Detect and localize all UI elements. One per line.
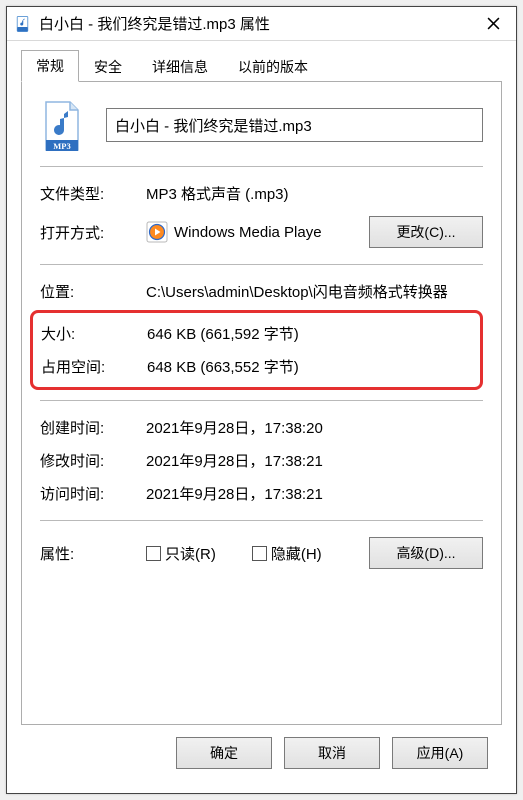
separator <box>40 166 483 167</box>
wmp-icon <box>146 221 168 243</box>
row-attributes: 属性: 只读(R) 隐藏(H) 高级(D)... <box>40 531 483 575</box>
separator <box>40 264 483 265</box>
value-openwith: Windows Media Playe <box>174 224 322 241</box>
highlight-box: 大小: 646 KB (661,592 字节) 占用空间: 648 KB (66… <box>30 310 483 390</box>
separator <box>40 520 483 521</box>
row-location: 位置: C:\Users\admin\Desktop\闪电音频格式转换器 <box>40 275 483 308</box>
value-modified: 2021年9月28日，17:38:21 <box>146 450 483 471</box>
row-openwith: 打开方式: Windows Media Playe 更改(C)... <box>40 210 483 254</box>
label-attributes: 属性: <box>40 543 146 564</box>
label-size: 大小: <box>41 323 147 344</box>
svg-text:MP3: MP3 <box>53 141 70 151</box>
file-mp3-title-icon <box>15 15 33 33</box>
checkbox-hidden-label: 隐藏(H) <box>271 543 322 564</box>
label-created: 创建时间: <box>40 417 146 438</box>
label-modified: 修改时间: <box>40 450 146 471</box>
value-location: C:\Users\admin\Desktop\闪电音频格式转换器 <box>146 281 483 302</box>
label-accessed: 访问时间: <box>40 483 146 504</box>
tab-security[interactable]: 安全 <box>79 51 137 82</box>
general-panel: MP3 白小白 - 我们终究是错过.mp3 文件类型: MP3 格式声音 (.m… <box>21 81 502 725</box>
properties-dialog: 白小白 - 我们终究是错过.mp3 属性 常规 安全 详细信息 以前的版本 MP… <box>6 6 517 794</box>
window-title: 白小白 - 我们终究是错过.mp3 属性 <box>39 13 476 34</box>
row-accessed: 访问时间: 2021年9月28日，17:38:21 <box>40 477 483 510</box>
tab-strip: 常规 安全 详细信息 以前的版本 <box>21 51 502 81</box>
apply-button[interactable]: 应用(A) <box>392 737 488 769</box>
tab-previous-versions[interactable]: 以前的版本 <box>223 51 323 82</box>
value-accessed: 2021年9月28日，17:38:21 <box>146 483 483 504</box>
dialog-footer: 确定 取消 应用(A) <box>21 725 502 781</box>
label-sizeondisk: 占用空间: <box>41 356 147 377</box>
row-sizeondisk: 占用空间: 648 KB (663,552 字节) <box>41 350 472 383</box>
tab-general[interactable]: 常规 <box>21 50 79 82</box>
cancel-button[interactable]: 取消 <box>284 737 380 769</box>
checkbox-hidden[interactable]: 隐藏(H) <box>252 543 322 564</box>
titlebar: 白小白 - 我们终究是错过.mp3 属性 <box>7 7 516 41</box>
row-modified: 修改时间: 2021年9月28日，17:38:21 <box>40 444 483 477</box>
label-openwith: 打开方式: <box>40 222 146 243</box>
advanced-button[interactable]: 高级(D)... <box>369 537 483 569</box>
value-sizeondisk: 648 KB (663,552 字节) <box>147 356 472 377</box>
row-filetype: 文件类型: MP3 格式声音 (.mp3) <box>40 177 483 210</box>
row-created: 创建时间: 2021年9月28日，17:38:20 <box>40 411 483 444</box>
ok-button[interactable]: 确定 <box>176 737 272 769</box>
tab-details[interactable]: 详细信息 <box>137 51 223 82</box>
label-filetype: 文件类型: <box>40 183 146 204</box>
label-location: 位置: <box>40 281 146 302</box>
file-header-row: MP3 白小白 - 我们终究是错过.mp3 <box>40 100 483 150</box>
checkbox-readonly-label: 只读(R) <box>165 543 216 564</box>
value-filetype: MP3 格式声音 (.mp3) <box>146 183 483 204</box>
checkbox-readonly[interactable]: 只读(R) <box>146 543 216 564</box>
value-created: 2021年9月28日，17:38:20 <box>146 417 483 438</box>
change-button[interactable]: 更改(C)... <box>369 216 483 248</box>
checkbox-box-icon <box>146 546 161 561</box>
dialog-body: 常规 安全 详细信息 以前的版本 MP3 白小白 - 我们终究是错过.mp3 <box>7 41 516 793</box>
separator <box>40 400 483 401</box>
file-mp3-icon: MP3 <box>40 100 84 150</box>
value-size: 646 KB (661,592 字节) <box>147 323 472 344</box>
filename-input[interactable]: 白小白 - 我们终究是错过.mp3 <box>106 108 483 142</box>
close-button[interactable] <box>476 11 510 37</box>
checkbox-box-icon <box>252 546 267 561</box>
row-size: 大小: 646 KB (661,592 字节) <box>41 317 472 350</box>
